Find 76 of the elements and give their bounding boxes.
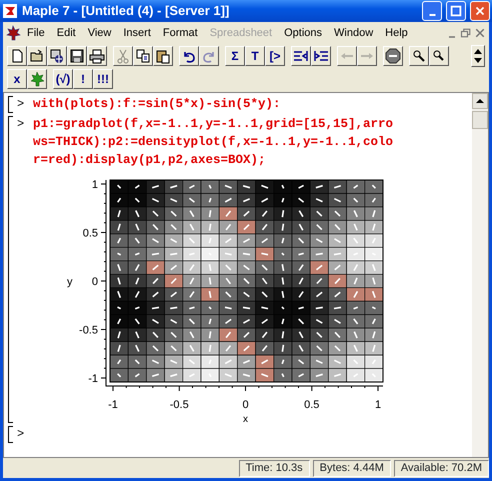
zoom-in-icon xyxy=(411,48,427,64)
toolbar-button[interactable]: (√) xyxy=(53,68,73,88)
minimize-button[interactable] xyxy=(422,1,442,21)
axis-tick-label: -0.5 xyxy=(79,324,98,336)
stop-sign-icon xyxy=(385,48,401,64)
copy-icon xyxy=(135,48,151,64)
close-icon xyxy=(474,27,486,39)
vertical-scrollbar[interactable] xyxy=(472,93,488,457)
menu-item[interactable]: Help xyxy=(379,24,414,42)
scroll-up-button[interactable] xyxy=(472,93,488,109)
axis-tick-label: 1 xyxy=(374,399,382,411)
code-line: with(plots):f:=sin(5*x)-sin(5*y): xyxy=(33,96,281,113)
axis-tick-label: 0 xyxy=(242,399,249,411)
menu-item[interactable]: File xyxy=(21,24,51,42)
restore-icon xyxy=(460,27,472,39)
leaf-button[interactable] xyxy=(27,68,47,88)
leaf-icon xyxy=(29,70,45,86)
axis-tick-label: -1 xyxy=(108,399,118,411)
status-field: Available: 70.2M xyxy=(394,460,489,476)
axis-label: x xyxy=(243,414,248,423)
scissors-icon xyxy=(115,48,131,64)
toolbar-button[interactable]: ! xyxy=(73,68,93,88)
menu-item[interactable]: Format xyxy=(156,24,204,42)
axis-tick-label: 0.5 xyxy=(304,399,320,411)
minimize-icon xyxy=(449,36,455,38)
close-button[interactable] xyxy=(473,26,487,40)
up-arrow-icon xyxy=(475,97,485,105)
stop-sign-button[interactable] xyxy=(383,46,403,66)
menu-item[interactable]: Window xyxy=(328,24,380,42)
maximize-button[interactable] xyxy=(446,1,466,21)
save-disk-button[interactable] xyxy=(67,46,87,66)
up-down-arrows-icon xyxy=(473,46,483,64)
undo-button[interactable] xyxy=(179,46,199,66)
open-folder-button[interactable] xyxy=(27,46,47,66)
close-icon xyxy=(473,4,487,18)
axis-tick-label: -0.5 xyxy=(170,399,189,411)
zoom-out-button[interactable] xyxy=(429,46,449,66)
restore-button[interactable] xyxy=(459,26,473,40)
copy-button[interactable] xyxy=(133,46,153,66)
axis-tick-label: -1 xyxy=(88,373,98,385)
axis-tick-label: 0 xyxy=(92,276,98,288)
menu-item[interactable]: Options xyxy=(278,24,328,42)
minimize-icon xyxy=(428,14,436,16)
prompt: > xyxy=(17,426,26,443)
window-title: Maple 7 - [Untitled (4) - [Server 1]] xyxy=(22,2,230,20)
menu-item[interactable]: View xyxy=(82,24,118,42)
indent-button[interactable] xyxy=(311,46,331,66)
code-line: r=red):display(p1,p2,axes=BOX); xyxy=(33,152,267,169)
status-field: Bytes: 4.44M xyxy=(312,460,391,476)
maximize-icon xyxy=(449,4,463,18)
axis-tick-label: 0.5 xyxy=(82,228,98,240)
toolbar-button[interactable]: [> xyxy=(265,46,285,66)
code-line: p1:=gradplot(f,x=-1..1,y=-1..1,grid=[15,15],arro xyxy=(33,116,394,133)
spin-button[interactable] xyxy=(471,44,485,66)
status-field: Time: 10.3s xyxy=(238,460,310,476)
prompt: > xyxy=(17,116,26,133)
menu-item[interactable]: Insert xyxy=(117,24,157,42)
close-button[interactable] xyxy=(470,1,490,21)
new-document-button[interactable] xyxy=(7,46,27,66)
outdent-button[interactable] xyxy=(291,46,311,66)
prompt: > xyxy=(17,96,26,113)
axis-label: y xyxy=(67,276,72,288)
open-folder-icon xyxy=(29,48,45,64)
scroll-thumb[interactable] xyxy=(472,111,488,129)
menu-item[interactable]: Edit xyxy=(50,24,82,42)
printer-button[interactable] xyxy=(87,46,107,66)
toolbar-button[interactable]: x xyxy=(7,68,27,88)
paste-button[interactable] xyxy=(153,46,173,66)
zoom-in-button[interactable] xyxy=(409,46,429,66)
code-line: ws=THICK):p2:=densityplot(f,x=-1..1,y=-1..1,colo xyxy=(33,134,394,151)
toolbar-button[interactable]: T xyxy=(245,46,265,66)
paste-icon xyxy=(155,48,171,64)
axis-tick-label: 1 xyxy=(92,179,98,191)
printer-icon xyxy=(89,48,105,64)
toolbar-button[interactable]: !!! xyxy=(93,68,113,88)
toolbar-button[interactable]: Σ xyxy=(225,46,245,66)
